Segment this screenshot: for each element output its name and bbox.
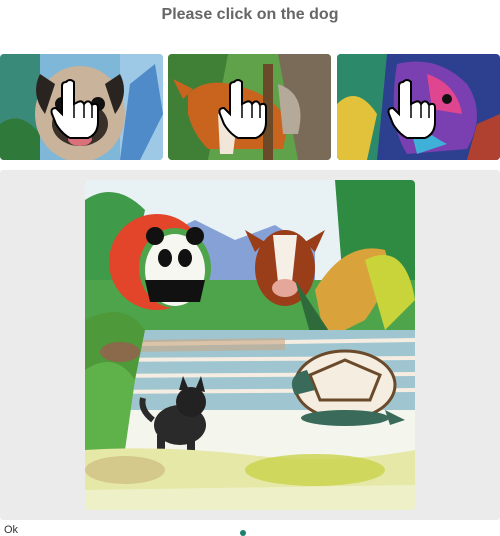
footer-text: Ok <box>4 524 19 536</box>
challenge-panel <box>0 170 500 520</box>
example-image-pug <box>0 54 163 160</box>
hand-pointer-icon <box>387 79 436 139</box>
footer: Ok <box>0 524 500 536</box>
challenge-image[interactable] <box>85 180 415 510</box>
example-image-fox-dog <box>168 54 331 160</box>
example-images <box>0 54 500 160</box>
status-dot <box>240 530 246 536</box>
hand-pointer-icon <box>50 79 99 139</box>
prompt-text: Please click on the dog <box>161 6 339 23</box>
example-image-colorful-dog <box>337 54 500 160</box>
hand-pointer-icon <box>218 79 267 139</box>
